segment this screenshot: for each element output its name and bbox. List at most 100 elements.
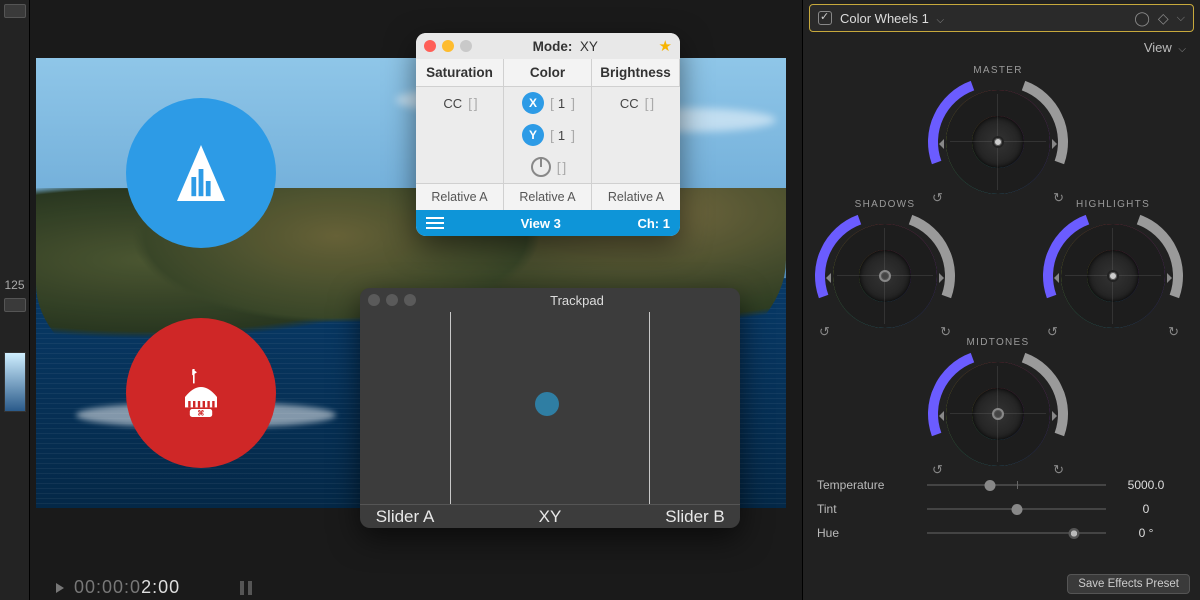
mode-cell-color-x[interactable]: X [ 1 ] <box>504 87 592 119</box>
mode-relative-bri[interactable]: Relative A <box>592 183 680 210</box>
left-sidebar-icon-top[interactable] <box>4 4 26 18</box>
wheel-handle[interactable] <box>992 408 1004 420</box>
arrow-right-icon[interactable] <box>939 273 949 283</box>
mode-cell-color-y[interactable]: Y [ 1 ] <box>504 119 592 151</box>
mode-panel[interactable]: Mode: XY ★ Saturation Color Brightness C… <box>416 33 680 236</box>
inspector-header[interactable]: Color Wheels 1 ⌵ ◯ ◇ ⌵ <box>809 4 1194 32</box>
trackpad-label-slider-a: Slider A <box>360 505 450 528</box>
mode-cell-bri-cc[interactable]: CC [ ] <box>592 87 680 119</box>
mode-col-saturation[interactable]: Saturation <box>416 59 504 87</box>
left-sidebar: 125 <box>0 0 30 600</box>
slider-knob[interactable] <box>984 480 995 491</box>
bracket-icon: [ ] <box>645 95 653 111</box>
mode-footer-channel[interactable]: Ch: 1 <box>637 216 670 231</box>
param-slider[interactable] <box>927 526 1106 540</box>
color-wheel[interactable]: ↺ ↻ <box>938 82 1058 202</box>
reset-left-icon[interactable]: ↺ <box>819 324 830 340</box>
param-value[interactable]: 0 ° <box>1106 526 1186 540</box>
x-axis-pill: X <box>522 92 544 114</box>
playhead-bar: 00:00:02:00 <box>36 576 800 600</box>
param-value[interactable]: 0 <box>1106 502 1186 516</box>
mode-cell-empty <box>592 151 680 183</box>
param-slider[interactable] <box>927 478 1106 492</box>
y-axis-pill: Y <box>522 124 544 146</box>
mode-relative-sat[interactable]: Relative A <box>416 183 504 210</box>
arrow-left-icon[interactable] <box>821 273 831 283</box>
chevron-down-icon[interactable]: ⌵ <box>1177 12 1185 25</box>
timecode-dim: 00:00:0 <box>74 577 141 597</box>
mode-cell-power[interactable]: [ ] <box>504 151 592 183</box>
color-wheel[interactable]: ↺ ↻ <box>825 216 945 336</box>
save-effects-preset-button[interactable]: Save Effects Preset <box>1067 574 1190 594</box>
left-sidebar-thumbnail[interactable] <box>4 352 26 412</box>
svg-text:⌘: ⌘ <box>197 408 204 417</box>
slider-knob[interactable] <box>1011 504 1022 515</box>
power-icon <box>531 157 551 177</box>
color-wheel[interactable]: ↺ ↻ <box>938 354 1058 474</box>
wheel-handle[interactable] <box>879 270 891 282</box>
trackpad-labels: Slider A XY Slider B <box>360 504 740 528</box>
arrow-right-icon[interactable] <box>1052 139 1062 149</box>
bracket-icon: [ ] <box>468 95 476 111</box>
param-value[interactable]: 5000.0 <box>1106 478 1186 492</box>
wheel-master: MASTER ↺ ↻ <box>938 65 1058 202</box>
favorite-star-icon[interactable]: ★ <box>659 37 672 55</box>
arrow-left-icon[interactable] <box>1049 273 1059 283</box>
cc-label: CC <box>620 96 639 111</box>
trackpad-surface[interactable] <box>360 312 740 504</box>
timecode[interactable]: 00:00:02:00 <box>74 577 180 599</box>
inspector-view-menu[interactable]: View ⌵ <box>803 32 1200 59</box>
mode-panel-title-prefix: Mode: <box>533 39 573 54</box>
arrow-left-icon[interactable] <box>934 411 944 421</box>
trackpad-panel[interactable]: Trackpad Slider A XY Slider B <box>360 288 740 528</box>
slider-knob[interactable] <box>1068 528 1079 539</box>
window-minimize-icon[interactable] <box>442 40 454 52</box>
keyframe-icon[interactable]: ◇ <box>1158 10 1169 27</box>
arrow-left-icon[interactable] <box>934 139 944 149</box>
play-icon[interactable] <box>56 583 64 593</box>
arrow-right-icon[interactable] <box>1052 411 1062 421</box>
timecode-bright: 2:00 <box>141 577 180 597</box>
reset-left-icon[interactable]: ↺ <box>932 462 943 478</box>
wheel-midtones: MIDTONES ↺ ↻ <box>938 337 1058 474</box>
wheel-label: MIDTONES <box>938 337 1058 348</box>
wheel-handle[interactable] <box>992 136 1004 148</box>
window-close-icon[interactable] <box>424 40 436 52</box>
wheel-label: MASTER <box>938 65 1058 76</box>
reset-right-icon[interactable]: ↻ <box>1168 324 1179 340</box>
mode-relative-col[interactable]: Relative A <box>504 183 592 210</box>
wheel-handle[interactable] <box>1107 270 1119 282</box>
window-close-icon[interactable] <box>368 294 380 306</box>
color-params: Temperature 5000.0 Tint 0 Hue 0 ° <box>803 469 1200 545</box>
color-wheels: MASTER ↺ ↻ SHADOWS <box>803 59 1200 469</box>
arrow-right-icon[interactable] <box>1167 273 1177 283</box>
mode-cell-sat-cc[interactable]: CC [ ] <box>416 87 504 119</box>
trackpad-divider <box>649 312 650 504</box>
mask-icon[interactable]: ◯ <box>1134 10 1150 27</box>
mode-panel-title-value: XY <box>580 39 598 54</box>
color-wheel[interactable]: ↺ ↻ <box>1053 216 1173 336</box>
mode-footer-view[interactable]: View 3 <box>444 216 637 231</box>
channel-label: Ch: <box>637 216 659 231</box>
left-sidebar-icon-mid[interactable] <box>4 298 26 312</box>
window-minimize-icon[interactable] <box>386 294 398 306</box>
param-hue: Hue 0 ° <box>817 521 1186 545</box>
reset-right-icon[interactable]: ↻ <box>1053 462 1064 478</box>
window-zoom-icon[interactable] <box>404 294 416 306</box>
app-icon-control: ⌘ <box>126 318 276 468</box>
mode-panel-grid: Saturation Color Brightness CC [ ] X [ 1… <box>416 59 680 210</box>
trackpad-cursor[interactable] <box>535 392 559 416</box>
mode-col-color[interactable]: Color <box>504 59 592 87</box>
param-slider[interactable] <box>927 502 1106 516</box>
hamburger-menu-icon[interactable] <box>426 217 444 229</box>
app-icon-audio <box>126 98 276 248</box>
trackpad-titlebar[interactable]: Trackpad <box>360 288 740 312</box>
mode-col-brightness[interactable]: Brightness <box>592 59 680 87</box>
effect-title[interactable]: Color Wheels 1 ⌵ <box>840 11 944 26</box>
marker-icon[interactable] <box>240 581 244 595</box>
mode-cell-empty <box>416 119 504 151</box>
mode-panel-titlebar[interactable]: Mode: XY ★ <box>416 33 680 59</box>
bracket-icon: ] <box>571 127 573 143</box>
effect-enable-checkbox[interactable] <box>818 11 832 25</box>
window-zoom-icon[interactable] <box>460 40 472 52</box>
